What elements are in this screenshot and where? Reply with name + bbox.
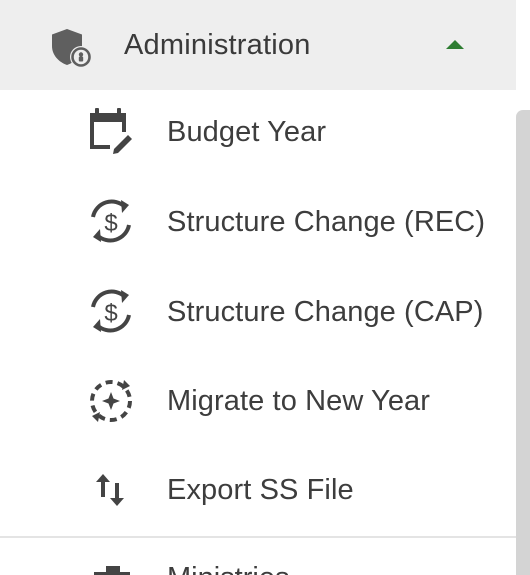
shield-lock-icon bbox=[52, 29, 92, 68]
menu-item-export-ss-file[interactable]: Export SS File bbox=[0, 446, 516, 534]
menu-item-structure-change-rec[interactable]: $ Structure Change (REC) bbox=[0, 178, 516, 266]
svg-text:$: $ bbox=[104, 210, 117, 237]
svg-text:$: $ bbox=[104, 300, 117, 327]
menu-item-structure-change-cap[interactable]: $ Structure Change (CAP) bbox=[0, 268, 516, 356]
section-title: Administration bbox=[124, 29, 311, 61]
currency-sync-icon: $ bbox=[91, 289, 131, 333]
calendar-edit-icon bbox=[90, 108, 132, 154]
menu-item-ministries[interactable]: Ministries bbox=[0, 540, 516, 575]
scrollbar[interactable] bbox=[516, 110, 530, 575]
menu-item-label: Structure Change (REC) bbox=[167, 206, 486, 238]
dashed-sync-sparkle-icon bbox=[90, 380, 132, 422]
swap-vertical-icon bbox=[96, 474, 124, 506]
building-icon bbox=[94, 566, 130, 575]
chevron-up-icon[interactable] bbox=[443, 37, 467, 51]
section-header-administration[interactable]: Administration bbox=[0, 0, 516, 90]
menu-item-label: Budget Year bbox=[167, 116, 327, 148]
menu-item-label: Ministries bbox=[167, 558, 289, 575]
divider bbox=[0, 536, 516, 538]
sidebar-menu: Administration Budget Year $ Structure C… bbox=[0, 0, 530, 575]
menu-item-migrate-to-new-year[interactable]: Migrate to New Year bbox=[0, 357, 516, 445]
menu-item-label: Export SS File bbox=[167, 474, 354, 506]
menu-item-label: Migrate to New Year bbox=[167, 385, 431, 417]
currency-sync-icon: $ bbox=[91, 199, 131, 243]
menu-item-budget-year[interactable]: Budget Year bbox=[0, 88, 516, 176]
menu-item-label: Structure Change (CAP) bbox=[167, 296, 484, 328]
